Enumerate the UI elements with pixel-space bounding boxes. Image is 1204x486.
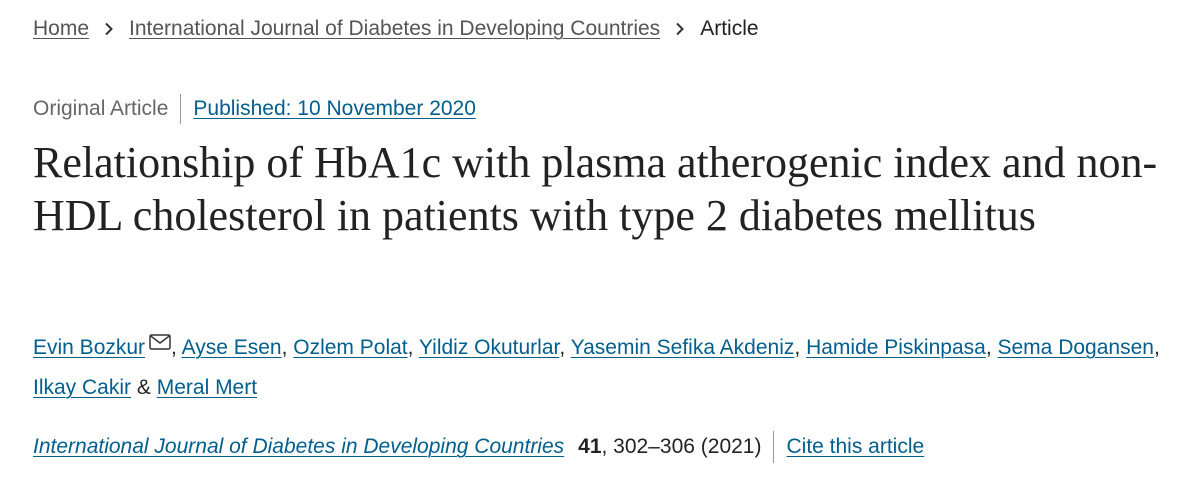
article-meta: Original Article Published: 10 November … [33,94,476,124]
author-link[interactable]: Ozlem Polat [293,336,407,359]
author-separator: & [131,376,157,399]
citation-line: International Journal of Diabetes in Dev… [33,430,924,464]
citation-journal-link[interactable]: International Journal of Diabetes in Dev… [33,430,564,464]
citation-volume: 41 [578,435,602,458]
meta-divider [180,94,182,124]
breadcrumb: Home International Journal of Diabetes i… [33,14,759,44]
article-type: Original Article [33,97,169,120]
published-date-link[interactable]: Published: 10 November 2020 [193,94,476,124]
article-title: Relationship of HbA1c with plasma athero… [33,138,1158,240]
author-separator: , [794,336,807,359]
cite-this-article-link[interactable]: Cite this article [786,430,924,464]
author-link[interactable]: Ilkay Cakir [33,376,131,399]
author-separator: , [281,336,294,359]
author-link[interactable]: Yildiz Okuturlar [419,336,559,359]
citation-divider [773,431,775,463]
author-list: Evin Bozkur, Ayse Esen, Ozlem Polat, Yil… [33,324,1183,408]
breadcrumb-journal-link[interactable]: International Journal of Diabetes in Dev… [129,14,660,44]
chevron-right-icon [660,14,700,44]
author-separator: , [985,336,998,359]
author-separator: , [171,336,182,359]
chevron-right-icon [89,14,129,44]
author-link[interactable]: Ayse Esen [182,336,282,359]
author-separator: , [407,336,419,359]
citation-pages-year: , 302–306 (2021) [601,435,762,458]
author-link[interactable]: Meral Mert [157,376,257,399]
author-link[interactable]: Evin Bozkur [33,336,145,359]
author-link[interactable]: Hamide Piskinpasa [806,336,986,359]
author-separator: , [1153,336,1160,359]
author-link[interactable]: Yasemin Sefika Akdeniz [571,336,795,359]
author-separator: , [559,336,571,359]
breadcrumb-current: Article [700,17,759,40]
mail-icon[interactable] [149,324,171,364]
author-link[interactable]: Sema Dogansen [998,336,1154,359]
breadcrumb-home-link[interactable]: Home [33,14,89,44]
